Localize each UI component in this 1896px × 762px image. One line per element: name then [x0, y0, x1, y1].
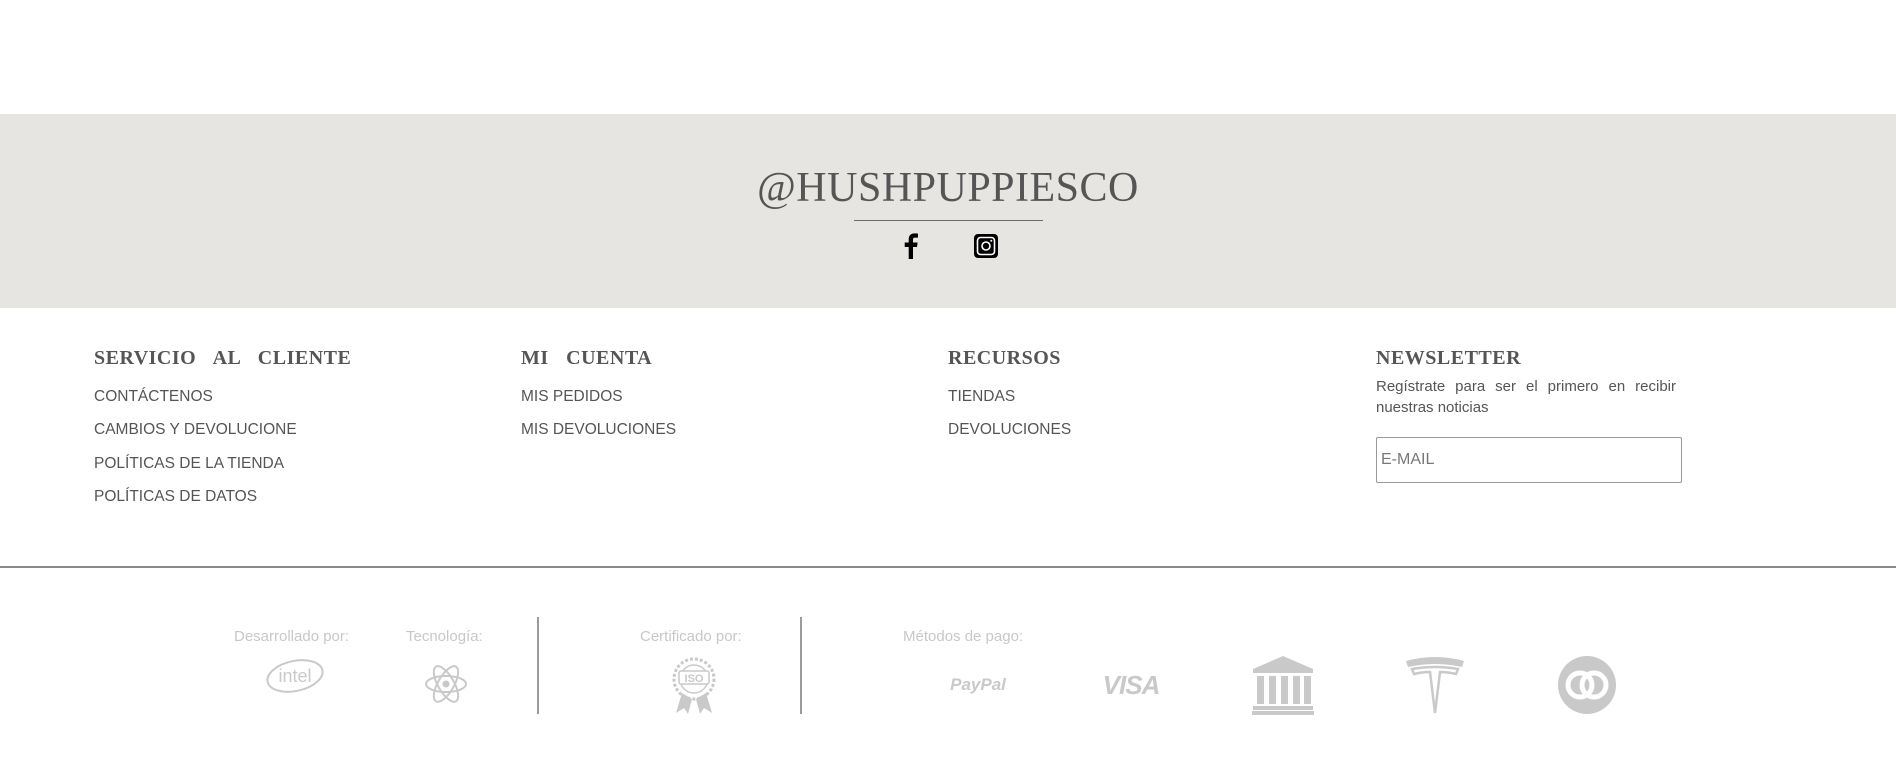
social-handle[interactable]: @HUSHPUPPIESCO — [0, 164, 1896, 212]
diners-icon — [1556, 655, 1618, 715]
resources-column: RECURSOS TIENDAS DEVOLUCIONES — [948, 346, 1071, 440]
certified-by-label: Certificado por: — [640, 628, 742, 645]
technology-label: Tecnología: — [406, 628, 483, 645]
link-exchanges-returns[interactable]: CAMBIOS Y DEVOLUCIONE — [94, 420, 351, 440]
tesla-icon — [1404, 655, 1466, 715]
intel-logo-text: intel — [278, 666, 311, 686]
link-returns[interactable]: DEVOLUCIONES — [948, 420, 1071, 440]
handle-underline — [854, 220, 1043, 221]
link-store-policies[interactable]: POLÍTICAS DE LA TIENDA — [94, 454, 351, 474]
my-account-title: MI CUENTA — [521, 347, 653, 369]
credits-separator — [800, 617, 802, 714]
newsletter-column: NEWSLETTER — [1376, 346, 1521, 370]
paypal-logo: PayPal — [950, 675, 1006, 694]
link-data-policies[interactable]: POLÍTICAS DE DATOS — [94, 487, 351, 507]
bank-icon — [1252, 655, 1314, 715]
iso-logo-text: ISO — [685, 673, 704, 685]
customer-service-column: SERVICIO AL CLIENTE CONTÁCTENOS CAMBIOS … — [94, 346, 351, 507]
facebook-icon[interactable] — [897, 232, 925, 260]
payment-methods-label: Métodos de pago: — [903, 628, 1024, 645]
link-my-returns[interactable]: MIS DEVOLUCIONES — [521, 420, 676, 440]
social-band: @HUSHPUPPIESCO — [0, 114, 1896, 308]
instagram-icon[interactable] — [972, 232, 1000, 260]
iso-certificate-icon: ISO — [664, 655, 724, 715]
link-contact[interactable]: CONTÁCTENOS — [94, 387, 351, 407]
footer-divider — [0, 566, 1896, 568]
my-account-column: MI CUENTA MIS PEDIDOS MIS DEVOLUCIONES — [521, 346, 676, 440]
atom-icon — [424, 660, 468, 708]
resources-title: RECURSOS — [948, 347, 1061, 369]
intel-logo[interactable]: intel — [264, 655, 326, 697]
visa-logo: VISA — [1102, 669, 1161, 700]
newsletter-title: NEWSLETTER — [1376, 347, 1522, 369]
customer-service-title: SERVICIO AL CLIENTE — [94, 347, 352, 369]
link-stores[interactable]: TIENDAS — [948, 387, 1071, 407]
link-my-orders[interactable]: MIS PEDIDOS — [521, 387, 676, 407]
developed-by-label: Desarrollado por: — [234, 628, 350, 645]
newsletter-description: Regístrate para ser el primero en recibi… — [1376, 378, 1676, 416]
credits-separator — [537, 617, 539, 714]
newsletter-email-input[interactable] — [1376, 437, 1682, 483]
